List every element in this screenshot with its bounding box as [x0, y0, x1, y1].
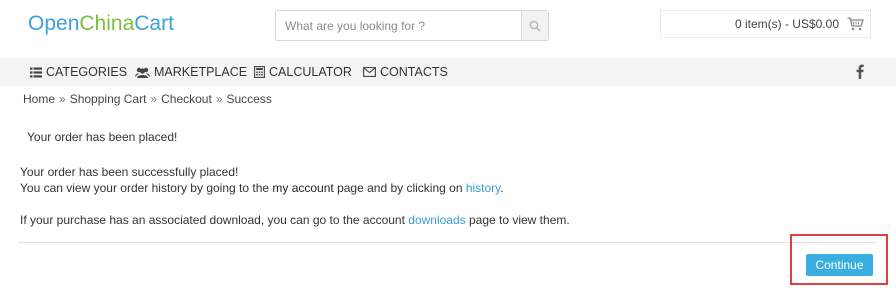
search-box — [275, 10, 549, 41]
order-history-message: You can view your order history by going… — [20, 180, 504, 196]
search-input[interactable] — [276, 11, 522, 40]
list-icon — [30, 67, 42, 77]
cart-summary[interactable]: 0 item(s) - US$0.00 — [660, 10, 871, 38]
nav-item-contacts[interactable]: CONTACTS — [363, 58, 448, 86]
site-header: OpenChinaCart 0 item(s) - US$0.00 — [0, 0, 896, 58]
calculator-icon — [254, 66, 265, 78]
search-button[interactable] — [521, 11, 548, 40]
message-text: page and by clicking on — [333, 181, 466, 195]
breadcrumb-separator: » — [59, 92, 66, 106]
main-nav: CATEGORIES MARKETPLACE CALCULATOR CONTAC… — [0, 58, 896, 86]
breadcrumb-checkout[interactable]: Checkout — [161, 92, 212, 106]
search-icon — [529, 20, 541, 32]
nav-label: CALCULATOR — [269, 65, 352, 79]
my-account-link[interactable]: my account — [272, 181, 333, 195]
breadcrumb-home[interactable]: Home — [23, 92, 55, 106]
facebook-icon — [856, 64, 864, 79]
breadcrumb-shopping-cart[interactable]: Shopping Cart — [70, 92, 147, 106]
history-link[interactable]: history — [466, 181, 500, 195]
success-message: Your order has been successfully placed! — [20, 165, 239, 179]
message-text: You can view your order history by going… — [20, 181, 273, 195]
nav-label: CONTACTS — [380, 65, 448, 79]
breadcrumb: Home» Shopping Cart» Checkout» Success — [23, 92, 272, 106]
facebook-link[interactable] — [856, 64, 864, 82]
logo-text-open: Open — [28, 12, 80, 35]
breadcrumb-separator: » — [150, 92, 158, 106]
divider — [18, 242, 876, 243]
breadcrumb-success[interactable]: Success — [227, 92, 272, 106]
cart-total: 0 item(s) - US$0.00 — [734, 17, 839, 31]
nav-label: CATEGORIES — [46, 65, 128, 79]
site-logo[interactable]: OpenChinaCart — [28, 12, 174, 36]
continue-button[interactable]: Continue — [806, 254, 873, 276]
page-title: Your order has been placed! — [27, 130, 178, 144]
message-text: page to view them. — [465, 213, 570, 227]
users-icon — [135, 67, 150, 78]
logo-text-cart: Cart — [134, 12, 174, 35]
message-text: . — [500, 181, 504, 195]
nav-item-calculator[interactable]: CALCULATOR — [254, 58, 352, 86]
shopping-cart-icon — [847, 17, 864, 31]
downloads-link[interactable]: downloads — [408, 213, 465, 227]
nav-item-marketplace[interactable]: MARKETPLACE — [135, 58, 247, 86]
nav-item-categories[interactable]: CATEGORIES — [30, 58, 127, 86]
nav-label: MARKETPLACE — [154, 65, 248, 79]
logo-text-china: China — [79, 12, 135, 35]
envelope-icon — [363, 67, 376, 77]
downloads-message: If your purchase has an associated downl… — [20, 212, 570, 228]
message-text: If your purchase has an associated downl… — [20, 213, 409, 227]
breadcrumb-separator: » — [215, 92, 223, 106]
